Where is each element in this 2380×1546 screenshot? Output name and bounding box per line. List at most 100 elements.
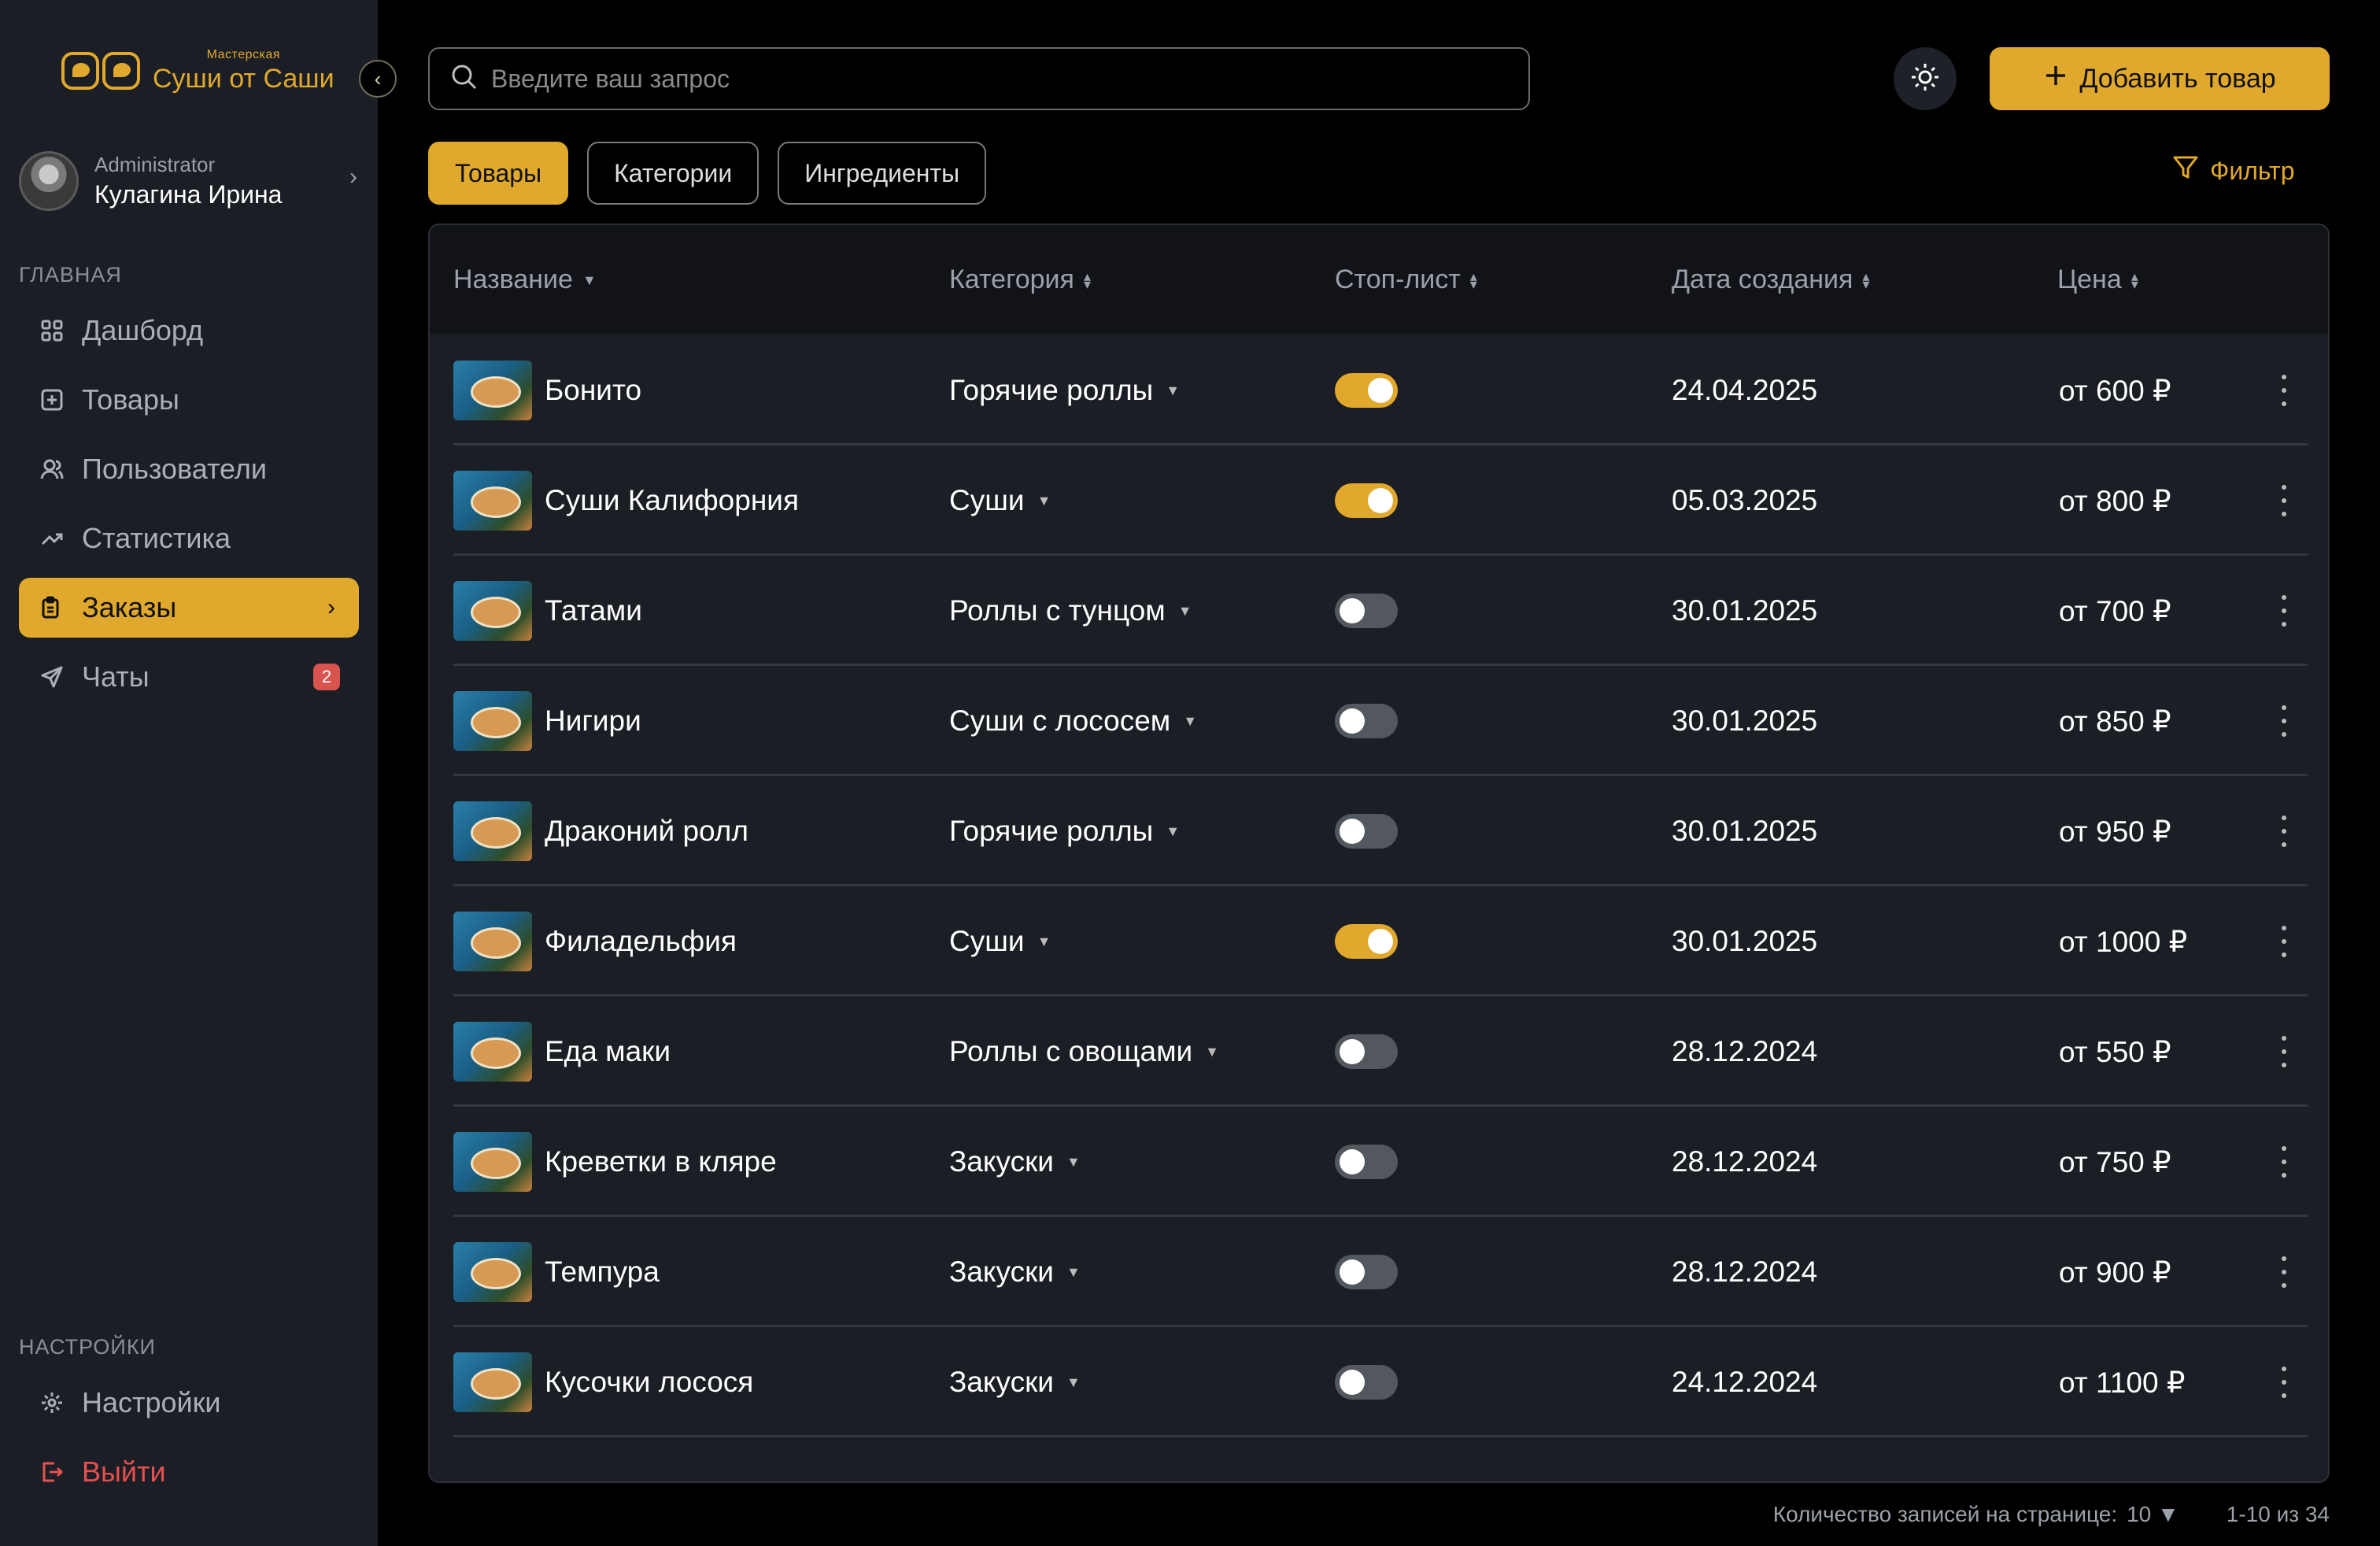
- category-select[interactable]: Закуски ▼: [949, 1107, 1081, 1217]
- sidebar-item-label: Статистика: [82, 522, 231, 554]
- stoplist-toggle[interactable]: [1335, 1365, 1398, 1400]
- price: от 1100 ₽: [2059, 1366, 2186, 1399]
- table-row[interactable]: Еда маки Роллы с овощами ▼ 28.12.2024 от…: [453, 997, 2308, 1107]
- table-row[interactable]: Кусочки лосося Закуски ▼ 24.12.2024 от 1…: [453, 1327, 2308, 1437]
- product-thumbnail: [453, 1132, 532, 1192]
- more-actions-icon[interactable]: [2279, 1146, 2289, 1178]
- category-value: Закуски: [949, 1366, 1054, 1398]
- sidebar-item-label: Дашборд: [82, 314, 204, 346]
- caret-down-icon: ▼: [1166, 382, 1181, 398]
- more-actions-icon[interactable]: [2279, 1367, 2289, 1398]
- sidebar-item-orders[interactable]: Заказы ›: [19, 578, 359, 638]
- chevron-right-icon: ›: [327, 594, 335, 620]
- collapse-sidebar-button[interactable]: ‹: [359, 60, 397, 98]
- category-select[interactable]: Суши ▼: [949, 886, 1051, 997]
- category-select[interactable]: Горячие роллы ▼: [949, 335, 1180, 446]
- product-cell: Татами: [453, 556, 642, 666]
- date-created: 30.01.2025: [1672, 925, 1818, 957]
- stoplist-cell: [1335, 997, 1398, 1107]
- table-row[interactable]: Суши Калифорния Суши ▼ 05.03.2025 от 800…: [453, 446, 2308, 556]
- table-row[interactable]: Темпура Закуски ▼ 28.12.2024 от 900 ₽: [453, 1217, 2308, 1327]
- caret-down-icon: ▼: [1037, 492, 1051, 509]
- user-profile[interactable]: Administrator Кулагина Ирина ›: [19, 150, 357, 213]
- tab-products[interactable]: Товары: [428, 142, 569, 205]
- tab-ingredients[interactable]: Ингредиенты: [778, 142, 987, 205]
- add-product-button[interactable]: Добавить товар: [1990, 47, 2330, 110]
- sidebar-item-dashboard[interactable]: Дашборд: [19, 301, 359, 361]
- search-box[interactable]: [428, 47, 1530, 110]
- column-header-name[interactable]: Название ▼: [453, 264, 597, 295]
- stoplist-toggle[interactable]: [1335, 924, 1398, 959]
- date-created: 24.04.2025: [1672, 374, 1818, 406]
- sidebar-item-chats[interactable]: Чаты 2: [19, 647, 359, 707]
- chevron-right-icon: ›: [349, 164, 357, 190]
- sort-icon: ▴ ▾: [1083, 268, 1091, 292]
- sidebar-item-settings[interactable]: Настройки: [19, 1373, 359, 1433]
- column-header-category[interactable]: Категория ▴ ▾: [949, 264, 1091, 295]
- filter-button[interactable]: Фильтр: [2172, 154, 2295, 187]
- per-page-select[interactable]: 10 ▼: [2127, 1502, 2179, 1527]
- more-actions-icon[interactable]: [2279, 816, 2289, 847]
- more-actions-icon[interactable]: [2279, 375, 2289, 406]
- category-select[interactable]: Суши с лососем ▼: [949, 666, 1197, 776]
- filter-label: Фильтр: [2210, 156, 2295, 185]
- more-actions-icon[interactable]: [2279, 595, 2289, 627]
- more-actions-icon[interactable]: [2279, 485, 2289, 516]
- stoplist-toggle[interactable]: [1335, 1255, 1398, 1289]
- brand-logo[interactable]: Мастерская Суши от Саши: [61, 47, 334, 94]
- table-row[interactable]: Нигири Суши с лососем ▼ 30.01.2025 от 85…: [453, 666, 2308, 776]
- category-select[interactable]: Суши ▼: [949, 446, 1051, 556]
- tab-bar: Товары Категории Ингредиенты: [428, 142, 987, 205]
- product-name: Кусочки лосося: [545, 1366, 754, 1398]
- category-value: Закуски: [949, 1256, 1054, 1288]
- table-row[interactable]: Филадельфия Суши ▼ 30.01.2025 от 1000 ₽: [453, 886, 2308, 997]
- more-actions-icon[interactable]: [2279, 1036, 2289, 1067]
- category-select[interactable]: Горячие роллы ▼: [949, 776, 1180, 886]
- stoplist-toggle[interactable]: [1335, 1145, 1398, 1179]
- sort-icon: ▴ ▾: [1862, 268, 1870, 292]
- stoplist-toggle[interactable]: [1335, 594, 1398, 628]
- more-actions-icon[interactable]: [2279, 926, 2289, 957]
- search-input[interactable]: [491, 64, 1436, 94]
- date-created: 30.01.2025: [1672, 815, 1818, 847]
- stoplist-toggle[interactable]: [1335, 704, 1398, 738]
- stoplist-toggle[interactable]: [1335, 1034, 1398, 1069]
- stoplist-cell: [1335, 556, 1398, 666]
- table-row[interactable]: Драконий ролл Горячие роллы ▼ 30.01.2025…: [453, 776, 2308, 886]
- table-row[interactable]: Бонито Горячие роллы ▼ 24.04.2025 от 600…: [453, 335, 2308, 446]
- stoplist-toggle[interactable]: [1335, 483, 1398, 518]
- tab-categories[interactable]: Категории: [587, 142, 759, 205]
- sidebar-item-statistics[interactable]: Статистика: [19, 509, 359, 568]
- caret-down-icon: ▼: [1066, 1263, 1081, 1280]
- category-select[interactable]: Закуски ▼: [949, 1217, 1081, 1327]
- date-created: 28.12.2024: [1672, 1256, 1818, 1288]
- more-actions-icon[interactable]: [2279, 705, 2289, 737]
- product-name: Бонито: [545, 374, 642, 406]
- stoplist-toggle[interactable]: [1335, 373, 1398, 408]
- price: от 750 ₽: [2059, 1145, 2171, 1178]
- sort-desc-icon: ▼: [582, 272, 597, 288]
- sidebar-item-products[interactable]: Товары: [19, 370, 359, 430]
- category-select[interactable]: Роллы с овощами ▼: [949, 997, 1219, 1107]
- category-select[interactable]: Закуски ▼: [949, 1327, 1081, 1437]
- logout-button[interactable]: Выйти: [19, 1442, 359, 1502]
- column-header-price[interactable]: Цена ▴ ▾: [2057, 264, 2138, 295]
- table-row[interactable]: Татами Роллы с тунцом ▼ 30.01.2025 от 70…: [453, 556, 2308, 666]
- avatar: [19, 151, 79, 211]
- stoplist-toggle[interactable]: [1335, 814, 1398, 849]
- product-thumbnail: [453, 581, 532, 641]
- page-range: 1-10 из 34: [2226, 1502, 2330, 1526]
- add-product-label: Добавить товар: [2079, 63, 2276, 94]
- stoplist-cell: [1335, 886, 1398, 997]
- table-row[interactable]: Креветки в кляре Закуски ▼ 28.12.2024 от…: [453, 1107, 2308, 1217]
- column-header-stoplist[interactable]: Стоп-лист ▴ ▾: [1335, 264, 1477, 295]
- sidebar-item-users[interactable]: Пользователи: [19, 439, 359, 499]
- date-created: 30.01.2025: [1672, 594, 1818, 627]
- theme-toggle-button[interactable]: [1894, 47, 1957, 110]
- category-select[interactable]: Роллы с тунцом ▼: [949, 556, 1192, 666]
- more-actions-icon[interactable]: [2279, 1256, 2289, 1288]
- column-label: Категория: [949, 264, 1074, 294]
- column-header-date[interactable]: Дата создания ▴ ▾: [1672, 264, 1869, 295]
- product-name: Татами: [545, 594, 642, 627]
- category-value: Суши: [949, 925, 1025, 957]
